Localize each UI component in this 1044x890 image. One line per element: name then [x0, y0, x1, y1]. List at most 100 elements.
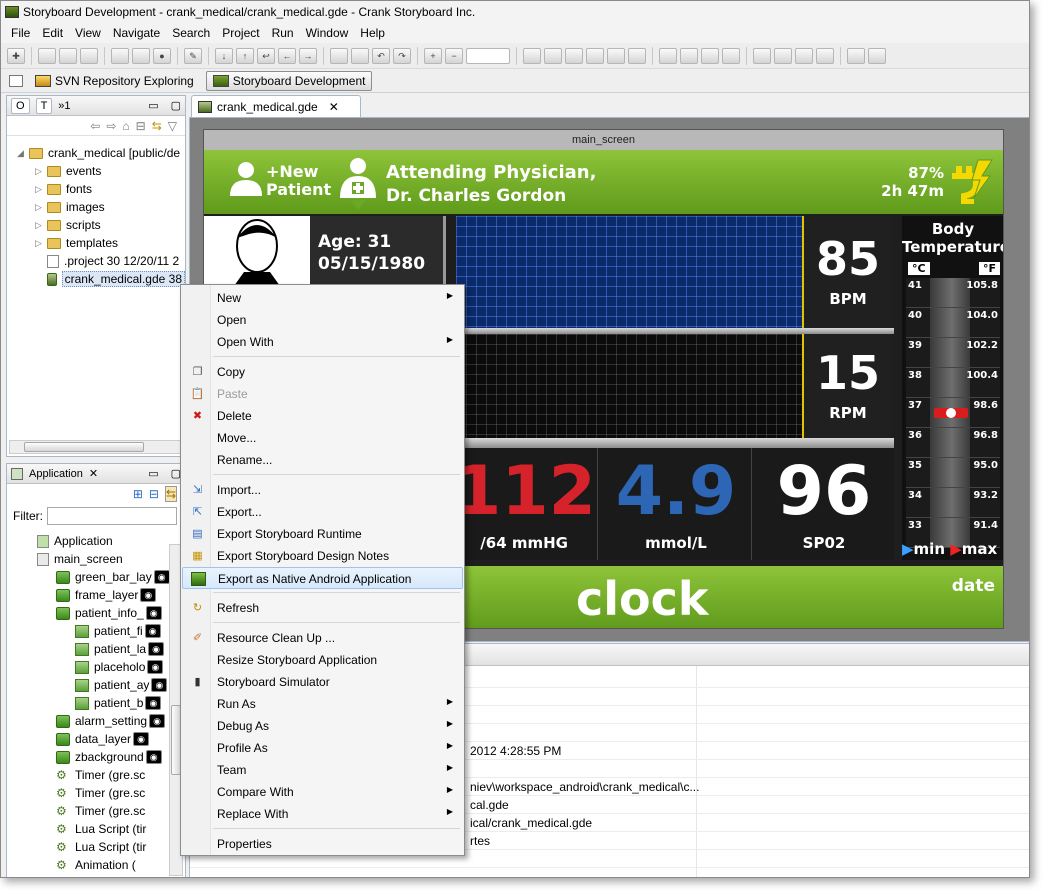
app-tree-item[interactable]: patient_b ◉	[7, 694, 185, 712]
visibility-eye-icon[interactable]: ◉	[151, 678, 168, 692]
maximize-icon[interactable]: ▢	[171, 99, 181, 112]
tab-outline[interactable]: O	[11, 97, 30, 114]
perspective-storyboard[interactable]: Storyboard Development	[205, 70, 373, 91]
app-tree-item[interactable]: ⚙ Lua Script (tir	[7, 838, 185, 856]
zoom-out-icon[interactable]: −	[445, 47, 463, 64]
print-icon[interactable]	[80, 47, 98, 64]
align-center-icon[interactable]	[544, 47, 562, 64]
collapse-icon[interactable]: ▷	[35, 238, 45, 249]
menu-item-open-with[interactable]: Open With ▶	[182, 331, 463, 353]
tree-item-file[interactable]: .project 30 12/20/11 2	[7, 252, 185, 270]
align-middle-icon[interactable]	[607, 47, 625, 64]
align-left-icon[interactable]	[523, 47, 541, 64]
scroll-thumb[interactable]	[24, 442, 144, 452]
grid-icon[interactable]	[795, 47, 813, 64]
thermo-knob[interactable]	[946, 408, 956, 418]
green-bar-layer[interactable]: +New Patient Attending Physician, Dr. Ch…	[204, 150, 1003, 214]
back-icon[interactable]: ⇦	[90, 119, 100, 133]
menu-project[interactable]: Project	[216, 26, 265, 40]
collapse-icon[interactable]: ▷	[35, 220, 45, 231]
menu-item-profile-as[interactable]: Profile As ▶	[182, 737, 463, 759]
next-annotation-icon[interactable]: ↓	[215, 47, 233, 64]
menu-search[interactable]: Search	[166, 26, 216, 40]
same-height-icon[interactable]	[722, 47, 740, 64]
menu-item-copy[interactable]: ❐ Copy	[182, 361, 463, 383]
menu-item-properties[interactable]: Properties	[182, 833, 463, 855]
app-tree-item[interactable]: ⚙ Timer (gre.sc	[7, 802, 185, 820]
stop-icon[interactable]: ●	[153, 47, 171, 64]
align-right-icon[interactable]	[565, 47, 583, 64]
visibility-eye-icon[interactable]: ◉	[133, 732, 150, 746]
menu-run[interactable]: Run	[266, 26, 300, 40]
horizontal-scrollbar[interactable]	[9, 440, 183, 454]
link-editor-icon[interactable]: ⇆	[164, 486, 177, 502]
distribute-h-icon[interactable]	[659, 47, 677, 64]
back-icon[interactable]: ←	[278, 47, 296, 64]
close-icon[interactable]: ✕	[89, 467, 98, 480]
filter-input[interactable]	[47, 507, 177, 525]
collapse-icon[interactable]: ▷	[35, 184, 45, 195]
editor-tab[interactable]: crank_medical.gde ✕	[191, 95, 361, 117]
menu-item-open[interactable]: Open	[182, 309, 463, 331]
thermo-indicator[interactable]	[934, 408, 968, 418]
menu-item-new[interactable]: New ▶	[182, 287, 463, 309]
menu-edit[interactable]: Edit	[36, 26, 69, 40]
app-tree-item[interactable]: ⚙ Timer (gre.sc	[7, 784, 185, 802]
forward-icon[interactable]: ⇨	[106, 119, 116, 133]
menu-item-export-storyboard-design-notes[interactable]: ▦ Export Storyboard Design Notes	[182, 545, 463, 567]
collapse-all-icon[interactable]: ⊟	[149, 487, 159, 501]
simulator-icon[interactable]	[111, 47, 129, 64]
app-tree-item[interactable]: ⚙ Lua Script (tir	[7, 820, 185, 838]
collapse-icon[interactable]: ▷	[35, 202, 45, 213]
minimize-icon[interactable]: ▭	[148, 99, 158, 112]
layout-v-icon[interactable]	[774, 47, 792, 64]
visibility-eye-icon[interactable]: ◉	[145, 696, 162, 710]
home-icon[interactable]: ⌂	[122, 119, 129, 133]
previous-annotation-icon[interactable]: ↑	[236, 47, 254, 64]
app-tree-item[interactable]: patient_ay ◉	[7, 676, 185, 694]
app-tree-item[interactable]: Application	[7, 532, 185, 550]
menu-file[interactable]: File	[5, 26, 36, 40]
view-menu-icon[interactable]: ▽	[168, 119, 177, 133]
save-all-icon[interactable]	[59, 47, 77, 64]
patient-add-icon[interactable]	[228, 160, 264, 198]
tree-item-gde[interactable]: crank_medical.gde 38	[7, 270, 185, 288]
visibility-eye-icon[interactable]: ◉	[149, 714, 166, 728]
tree-item-folder[interactable]: ▷ templates	[7, 234, 185, 252]
app-tree-item[interactable]: frame_layer ◉	[7, 586, 185, 604]
collapse-all-icon[interactable]: ⊟	[136, 119, 146, 133]
zoom-combo[interactable]	[466, 47, 510, 64]
expand-icon[interactable]: ◢	[17, 148, 27, 159]
menu-item-import[interactable]: ⇲ Import...	[182, 479, 463, 501]
menu-navigate[interactable]: Navigate	[107, 26, 166, 40]
menu-item-resize-storyboard-application[interactable]: Resize Storyboard Application	[182, 649, 463, 671]
app-tree-item[interactable]: ⚙ Timer (gre.sc	[7, 766, 185, 784]
menu-item-export-as-native-android-application[interactable]: Export as Native Android Application	[182, 567, 463, 589]
save-icon[interactable]	[38, 47, 56, 64]
menu-view[interactable]: View	[69, 26, 107, 40]
menu-item-delete[interactable]: ✖ Delete	[182, 405, 463, 427]
app-tree-item[interactable]: patient_la ◉	[7, 640, 185, 658]
link-editor-icon[interactable]: ⇆	[152, 119, 162, 133]
visibility-eye-icon[interactable]: ◉	[145, 606, 162, 620]
tab-application[interactable]: Application	[29, 468, 83, 480]
layout-h-icon[interactable]	[753, 47, 771, 64]
visibility-eye-icon[interactable]: ◉	[148, 642, 165, 656]
visibility-eye-icon[interactable]: ◉	[144, 624, 161, 638]
menu-item-rename[interactable]: Rename...	[182, 449, 463, 471]
menu-item-replace-with[interactable]: Replace With ▶	[182, 803, 463, 825]
tree-item-project[interactable]: ◢ crank_medical [public/de	[7, 144, 185, 162]
last-edit-icon[interactable]: ↩	[257, 47, 275, 64]
menu-item-resource-clean-up[interactable]: ✐ Resource Clean Up ...	[182, 627, 463, 649]
new-layer-icon[interactable]	[847, 47, 865, 64]
visibility-eye-icon[interactable]: ◉	[145, 750, 162, 764]
app-tree-item[interactable]: patient_info_ ◉	[7, 604, 185, 622]
tab-overflow[interactable]: »1	[58, 100, 70, 112]
visibility-eye-icon[interactable]: ◉	[140, 588, 157, 602]
deploy-icon[interactable]	[132, 47, 150, 64]
new-control-icon[interactable]	[868, 47, 886, 64]
menu-item-move[interactable]: Move...	[182, 427, 463, 449]
tree-item-folder[interactable]: ▷ fonts	[7, 180, 185, 198]
app-tree-item[interactable]: ⚙ Animation (	[7, 856, 185, 874]
app-tree-item[interactable]: main_screen	[7, 550, 185, 568]
